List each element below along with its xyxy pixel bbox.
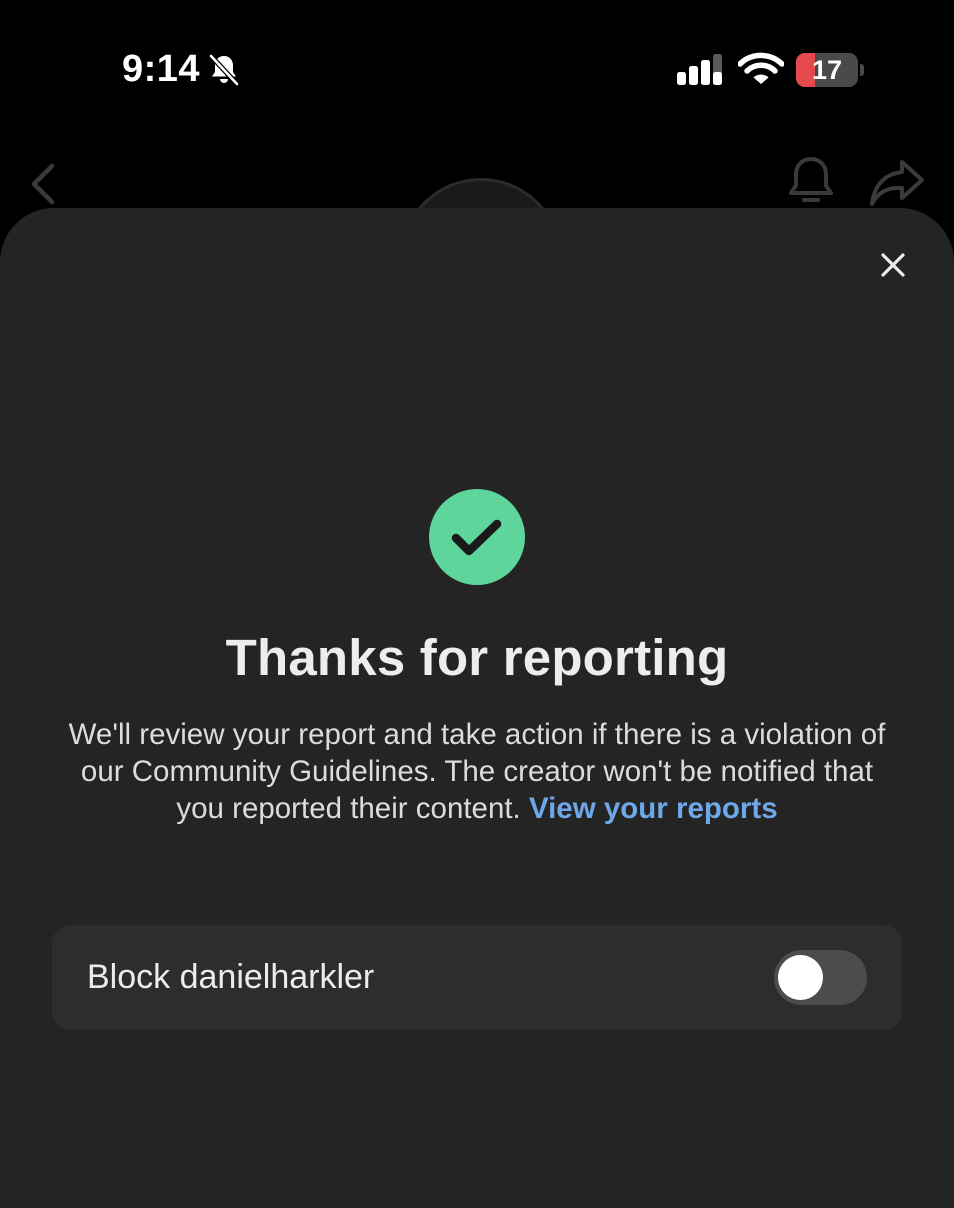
close-icon [881,253,905,277]
view-reports-link[interactable]: View your reports [529,792,778,825]
battery-icon: 17 [796,53,866,87]
block-user-label: Block danielharkler [87,958,375,996]
signal-icon [677,54,722,85]
battery-body: 17 [796,53,858,87]
block-user-toggle[interactable] [774,950,867,1005]
sheet-title: Thanks for reporting [225,629,729,686]
status-time: 9:14 [122,48,201,90]
bell-muted-icon [208,53,240,87]
success-badge [429,489,525,585]
battery-level: 17 [811,55,843,85]
report-confirmation-sheet: Thanks for reporting We'll review your r… [0,208,954,1208]
block-user-row[interactable]: Block danielharkler [52,925,902,1030]
wifi-icon [738,52,784,84]
toggle-knob [778,955,823,1000]
status-bar: 9:14 17 [0,0,954,140]
checkmark-icon [451,519,502,556]
share-icon[interactable] [868,156,926,208]
close-button[interactable] [870,242,916,288]
report-message: We'll review your report and take action… [56,716,898,827]
back-chevron-icon[interactable] [26,162,60,206]
battery-cap [860,64,864,76]
bell-icon[interactable] [786,154,836,208]
